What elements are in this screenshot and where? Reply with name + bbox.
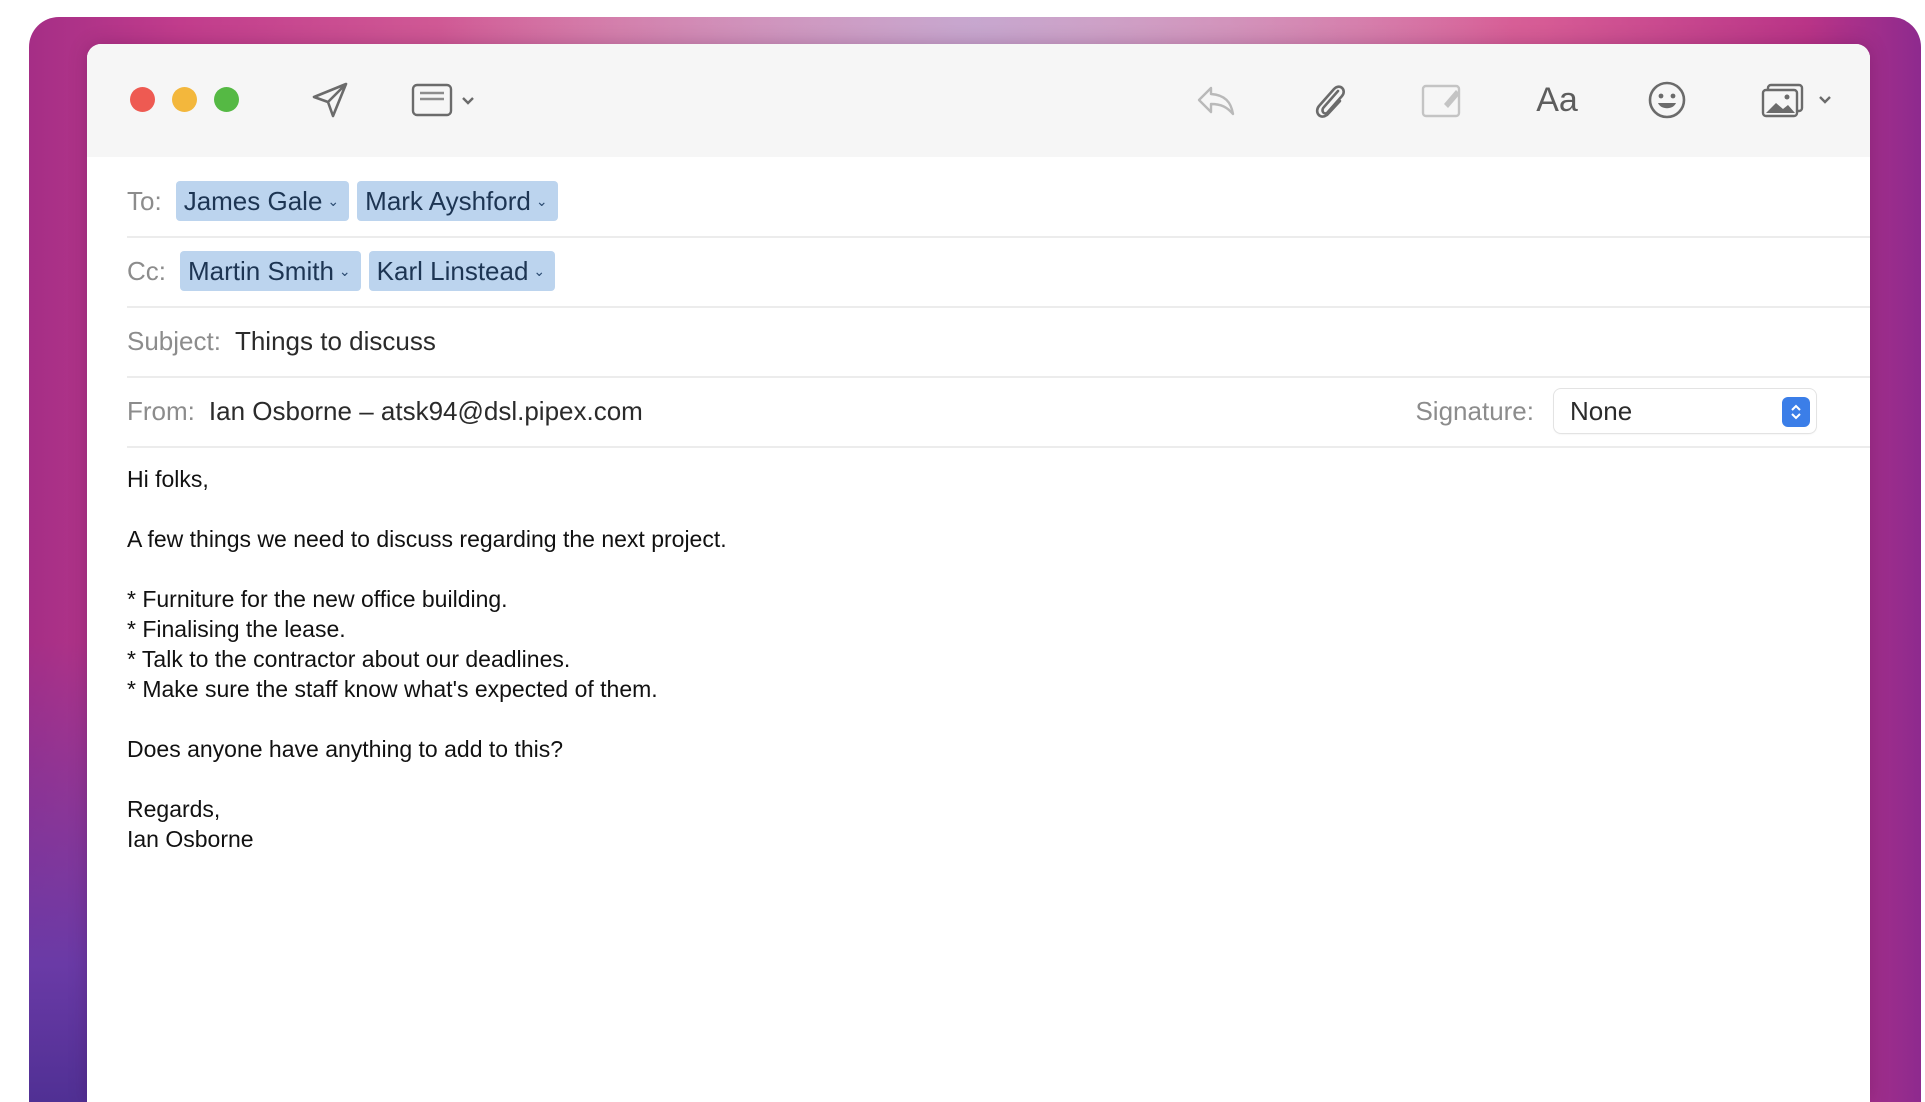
emoji-icon <box>1648 81 1686 119</box>
signature-select[interactable]: None <box>1554 389 1816 433</box>
chevron-down-icon <box>462 97 474 105</box>
mail-compose-window: Aa To: James Gale ⌄ Mark Ayshford ⌄ Cc: … <box>87 44 1870 1102</box>
chevron-down-icon: ⌄ <box>533 262 546 279</box>
format-fonts-button[interactable]: Aa <box>1527 74 1587 126</box>
from-field-row: From: Ian Osborne – atsk94@dsl.pipex.com… <box>127 376 1870 448</box>
header-fields-button[interactable] <box>405 74 485 126</box>
recipient-token[interactable]: James Gale ⌄ <box>175 181 350 221</box>
signature-value: None <box>1570 395 1633 426</box>
sender-name-line: Ian Osborne <box>127 826 254 852</box>
attachment-icon <box>1315 85 1345 118</box>
to-field-row: To: James Gale ⌄ Mark Ayshford ⌄ <box>127 166 1870 238</box>
to-label: To: <box>127 185 162 216</box>
message-body[interactable]: Hi folks, A few things we need to discus… <box>127 464 1627 854</box>
list-item: * Make sure the staff know what's expect… <box>127 676 658 702</box>
cc-recipient-token[interactable]: Karl Linstead ⌄ <box>368 251 556 291</box>
greeting-line: Hi folks, <box>127 466 209 492</box>
reply-button[interactable] <box>1191 74 1241 126</box>
header-fields-icon <box>411 83 474 117</box>
chevron-down-icon: ⌄ <box>338 262 351 279</box>
list-item: * Furniture for the new office building. <box>127 586 508 612</box>
photo-browser-button[interactable] <box>1759 74 1841 126</box>
emoji-button[interactable] <box>1642 74 1692 126</box>
cc-label: Cc: <box>127 255 166 286</box>
photo-browser-icon <box>1761 83 1831 118</box>
from-account-select[interactable]: Ian Osborne – atsk94@dsl.pipex.com <box>209 396 643 427</box>
toolbar: Aa <box>87 44 1870 157</box>
send-button[interactable] <box>305 74 355 126</box>
markup-icon <box>1421 84 1461 118</box>
recipient-name: James Gale <box>183 185 323 216</box>
send-icon <box>312 82 348 118</box>
close-window-button[interactable] <box>130 87 155 112</box>
chevron-down-icon: ⌄ <box>535 192 548 209</box>
question-line: Does anyone have anything to add to this… <box>127 736 564 762</box>
list-item: * Talk to the contractor about our deadl… <box>127 646 571 672</box>
markup-button[interactable] <box>1417 74 1467 126</box>
zoom-window-button[interactable] <box>214 87 239 112</box>
reply-icon <box>1197 86 1235 116</box>
cc-recipient-token[interactable]: Martin Smith ⌄ <box>180 251 361 291</box>
chevron-down-icon: ⌄ <box>327 192 340 209</box>
subject-field-row: Subject: Things to discuss <box>127 306 1870 378</box>
recipient-name: Martin Smith <box>188 255 334 286</box>
cc-field-row: Cc: Martin Smith ⌄ Karl Linstead ⌄ <box>127 236 1870 308</box>
list-item: * Finalising the lease. <box>127 616 346 642</box>
minimize-window-button[interactable] <box>172 87 197 112</box>
recipient-name: Karl Linstead <box>376 255 529 286</box>
subject-input[interactable]: Things to discuss <box>235 326 436 357</box>
from-label: From: <box>127 395 195 426</box>
attach-button[interactable] <box>1305 74 1355 126</box>
subject-label: Subject: <box>127 325 221 356</box>
closing-line: Regards, <box>127 796 221 822</box>
signature-label: Signature: <box>1415 395 1534 426</box>
intro-line: A few things we need to discuss regardin… <box>127 526 727 552</box>
recipient-token[interactable]: Mark Ayshford ⌄ <box>357 181 558 221</box>
select-stepper-icon <box>1782 397 1810 427</box>
recipient-name: Mark Ayshford <box>365 185 531 216</box>
